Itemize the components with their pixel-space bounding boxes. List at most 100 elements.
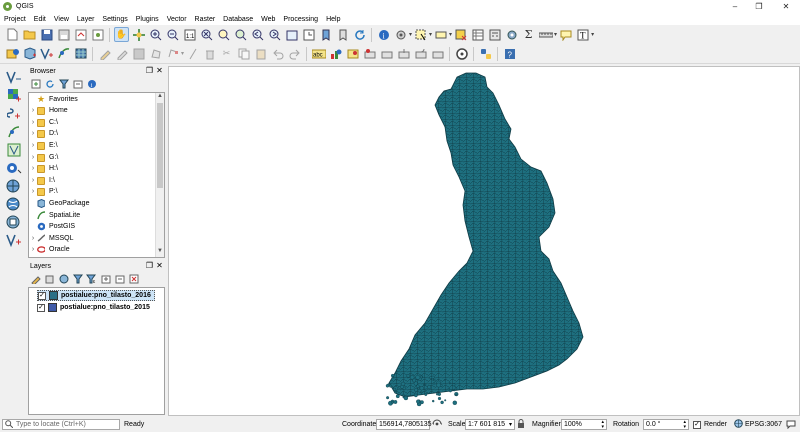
map-canvas[interactable]: [168, 66, 800, 416]
show-hide-labels-icon[interactable]: [379, 46, 394, 61]
undo-icon[interactable]: [270, 46, 285, 61]
menu-layer[interactable]: Layer: [73, 16, 99, 23]
save-project-icon[interactable]: [39, 27, 54, 42]
menu-edit[interactable]: Edit: [30, 16, 50, 23]
browser-item-e-drive[interactable]: › E:\: [29, 140, 58, 151]
close-panel-icon[interactable]: ✕: [155, 66, 164, 75]
pan-hand-icon[interactable]: ✋: [114, 27, 129, 42]
qgis-network-icon[interactable]: [454, 46, 469, 61]
filter-legend-icon[interactable]: [72, 273, 84, 285]
open-project-icon[interactable]: [22, 27, 37, 42]
close-button[interactable]: ✕: [775, 0, 797, 13]
add-vector-layer-icon[interactable]: [5, 69, 22, 85]
new-temporary-layer-icon[interactable]: [73, 46, 88, 61]
spin-arrows-icon[interactable]: ▴ ▾: [601, 419, 604, 430]
menu-processing[interactable]: Processing: [279, 16, 322, 23]
pin-labels-icon[interactable]: [362, 46, 377, 61]
measure-line-icon[interactable]: [538, 27, 553, 42]
browser-item-postgis[interactable]: PostGIS: [29, 221, 75, 232]
identify-features-icon[interactable]: i: [376, 27, 391, 42]
expand-arrow-icon[interactable]: ›: [29, 246, 37, 253]
menu-database[interactable]: Database: [219, 16, 257, 23]
spin-arrows-icon[interactable]: ▴ ▾: [683, 419, 686, 430]
expand-arrow-icon[interactable]: ›: [29, 119, 37, 126]
layer-labeling-icon[interactable]: abc: [311, 46, 326, 61]
paste-features-icon[interactable]: [253, 46, 268, 61]
field-calculator-icon[interactable]: [487, 27, 502, 42]
run-feature-action-icon[interactable]: [393, 27, 408, 42]
new-vector-layer-icon[interactable]: [5, 232, 22, 248]
highlight-pinned-labels-icon[interactable]: [345, 46, 360, 61]
zoom-next-icon[interactable]: [267, 27, 282, 42]
show-bookmarks-icon[interactable]: [335, 27, 350, 42]
add-virtual-layer-icon[interactable]: [5, 142, 22, 158]
zoom-last-icon[interactable]: [250, 27, 265, 42]
messages-icon[interactable]: [786, 419, 796, 431]
close-panel-icon[interactable]: ✕: [155, 261, 164, 270]
zoom-to-layer-icon[interactable]: [233, 27, 248, 42]
temporal-controller-icon[interactable]: [301, 27, 316, 42]
browser-item-home[interactable]: › Home: [29, 105, 68, 116]
maximize-button[interactable]: ❐: [748, 0, 770, 13]
save-edits-icon[interactable]: [131, 46, 146, 61]
processing-toolbox-icon[interactable]: [504, 27, 519, 42]
browser-item-i-drive[interactable]: › I:\: [29, 175, 55, 186]
zoom-in-icon[interactable]: [148, 27, 163, 42]
add-wfs-layer-icon[interactable]: [5, 196, 22, 212]
add-raster-layer-icon[interactable]: [5, 87, 22, 103]
menu-help[interactable]: Help: [322, 16, 344, 23]
add-group-icon[interactable]: [44, 273, 56, 285]
expand-all-icon[interactable]: [100, 273, 112, 285]
current-edits-icon[interactable]: [114, 46, 129, 61]
digitize-shape-icon[interactable]: [185, 46, 200, 61]
text-annotation-icon[interactable]: T: [575, 27, 590, 42]
browser-item-g-drive[interactable]: › G:\: [29, 152, 58, 163]
print-layout-icon[interactable]: [73, 27, 88, 42]
menu-raster[interactable]: Raster: [191, 16, 220, 23]
browser-item-mssql[interactable]: › MSSQL: [29, 233, 74, 244]
browser-item-h-drive[interactable]: › H:\: [29, 163, 58, 174]
browser-item-oracle[interactable]: › Oracle: [29, 244, 70, 255]
coordinate-field[interactable]: 156914,7805135: [376, 419, 432, 430]
zoom-out-icon[interactable]: [165, 27, 180, 42]
pan-to-selection-icon[interactable]: [131, 27, 146, 42]
remove-layer-icon[interactable]: [128, 273, 140, 285]
enable-properties-icon[interactable]: i: [86, 78, 98, 90]
browser-item-d-drive[interactable]: › D:\: [29, 128, 58, 139]
float-panel-icon[interactable]: ❐: [145, 261, 154, 270]
lock-scale-icon[interactable]: [517, 418, 525, 431]
expand-arrow-icon[interactable]: ›: [29, 188, 37, 195]
add-selected-layers-icon[interactable]: [30, 78, 42, 90]
browser-scrollbar[interactable]: ▲ ▼: [155, 93, 164, 257]
new-project-icon[interactable]: [5, 27, 20, 42]
attribute-table-icon[interactable]: [470, 27, 485, 42]
vertex-tool-icon[interactable]: [165, 46, 180, 61]
new-bookmark-icon[interactable]: [318, 27, 333, 42]
rotation-spinbox[interactable]: 0.0 ° ▴ ▾: [643, 419, 689, 430]
filter-by-expression-icon[interactable]: ε: [86, 273, 98, 285]
refresh-browser-icon[interactable]: [44, 78, 56, 90]
browser-item-geopackage[interactable]: GeoPackage: [29, 198, 89, 209]
select-by-value-icon[interactable]: [433, 27, 448, 42]
browser-item-favorites[interactable]: ★ Favorites: [29, 94, 78, 105]
menu-project[interactable]: Project: [0, 16, 30, 23]
menu-plugins[interactable]: Plugins: [132, 16, 163, 23]
crs-status[interactable]: EPSG:3067: [745, 421, 782, 428]
refresh-icon[interactable]: [352, 27, 367, 42]
scroll-up-icon[interactable]: ▲: [156, 93, 164, 101]
render-checkbox[interactable]: ✓: [693, 420, 701, 429]
rotate-label-icon[interactable]: [413, 46, 428, 61]
minimize-button[interactable]: –: [724, 0, 746, 13]
new-spatialite-layer-icon[interactable]: [56, 46, 71, 61]
collapse-all-layers-icon[interactable]: [114, 273, 126, 285]
expand-arrow-icon[interactable]: ›: [29, 130, 37, 137]
scale-combobox[interactable]: 1:7 601 815 ▾: [465, 419, 515, 430]
layer-item[interactable]: ✓ postialue:pno_tilasto_2016: [37, 290, 155, 301]
add-wms-layer-icon[interactable]: [5, 178, 22, 194]
expand-arrow-icon[interactable]: ›: [29, 154, 37, 161]
layer-visibility-checkbox[interactable]: ✓: [38, 291, 46, 300]
add-spatialite-icon[interactable]: [5, 124, 22, 140]
copy-features-icon[interactable]: [236, 46, 251, 61]
change-label-icon[interactable]: [430, 46, 445, 61]
python-console-icon[interactable]: [478, 46, 493, 61]
